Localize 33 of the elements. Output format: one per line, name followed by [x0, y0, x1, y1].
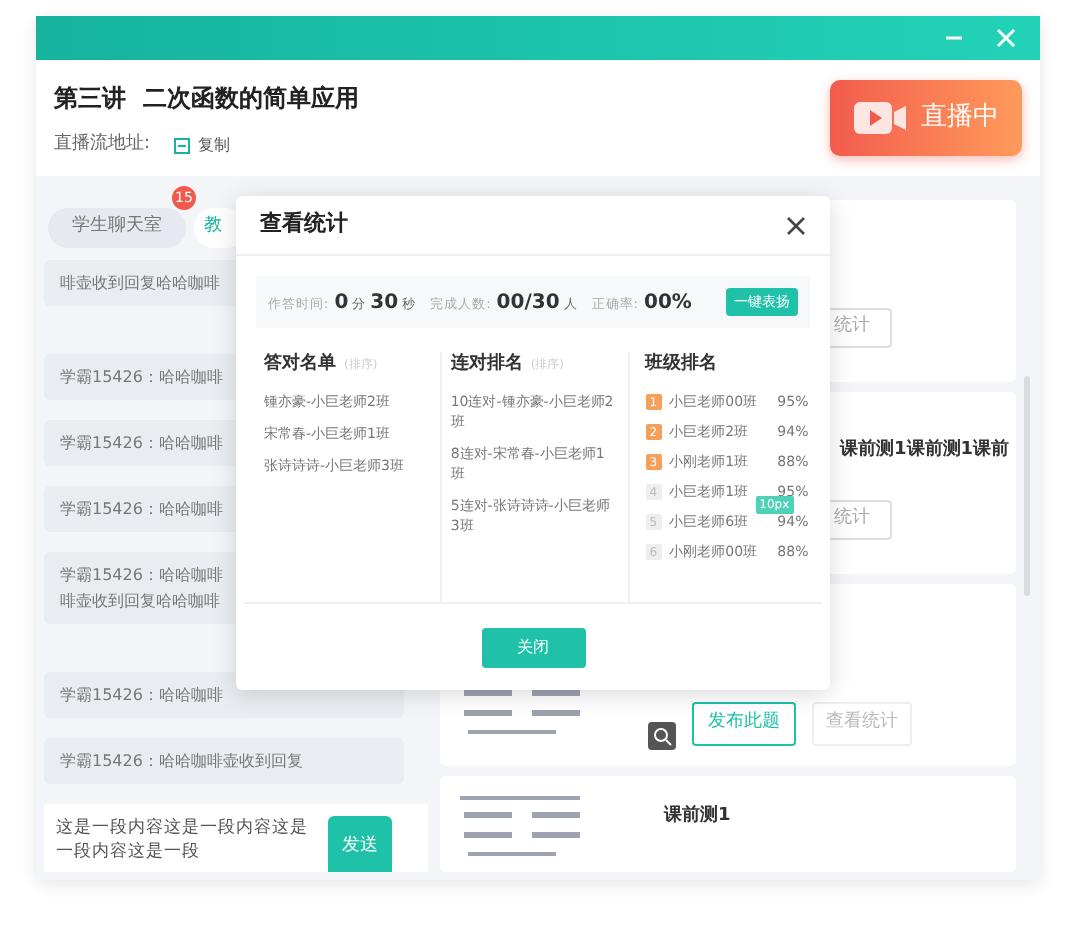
- summary-value: 00%: [643, 289, 692, 317]
- column-title: 连对排名: [450, 352, 523, 378]
- live-button[interactable]: 直播中: [830, 80, 1022, 156]
- publish-button[interactable]: 发布此题: [692, 702, 796, 747]
- message-text: 学霸15426：哈哈咖啡: [60, 497, 223, 522]
- close-icon[interactable]: [786, 215, 806, 235]
- message-text: 学霸15426：哈哈咖啡壶收到回复: [60, 749, 303, 774]
- question-title: 课前测1课前测1课前: [840, 440, 1010, 461]
- copy-button[interactable]: 复制: [174, 133, 231, 158]
- stats-button[interactable]: 查看统计: [812, 702, 912, 747]
- message-text: 学霸15426：哈哈咖啡: [60, 431, 223, 456]
- message-text: 学霸15426：哈哈咖啡: [60, 365, 223, 390]
- message-text: 啡壶收到回复哈哈咖啡: [60, 271, 220, 296]
- column-title: 答对名单: [264, 352, 336, 378]
- zoom-icon[interactable]: [648, 722, 676, 751]
- message-input-text: 这是一段内容这是一段内容这是一段内容这是一段: [56, 815, 310, 864]
- stream-label: 直播流地址:: [54, 132, 151, 158]
- chat-tab[interactable]: 学生聊天室: [48, 207, 186, 248]
- message-text: 学霸15426：哈哈咖啡: [60, 683, 223, 708]
- send-button[interactable]: 发送: [328, 815, 392, 872]
- message-text: 学霸15426：哈哈咖啡: [60, 563, 223, 588]
- message-input-area[interactable]: 这是一段内容这是一段内容这是一段内容这是一段 发送: [44, 803, 428, 872]
- column-title: 班级排名: [645, 352, 720, 378]
- copy-icon: [174, 137, 191, 154]
- message-text: 啡壶收到回复哈哈咖啡: [60, 589, 220, 614]
- summary-value: 30: [370, 289, 399, 317]
- close-button[interactable]: 关闭: [481, 627, 585, 667]
- summary-value: 0: [334, 289, 349, 317]
- video-camera-icon: [853, 100, 905, 136]
- summary-value: 00/30: [496, 289, 560, 317]
- lesson-title: 第三讲 二次函数的简单应用: [54, 82, 359, 116]
- dialog-title: 查看统计: [260, 208, 348, 241]
- question-title: 课前测1: [664, 804, 731, 831]
